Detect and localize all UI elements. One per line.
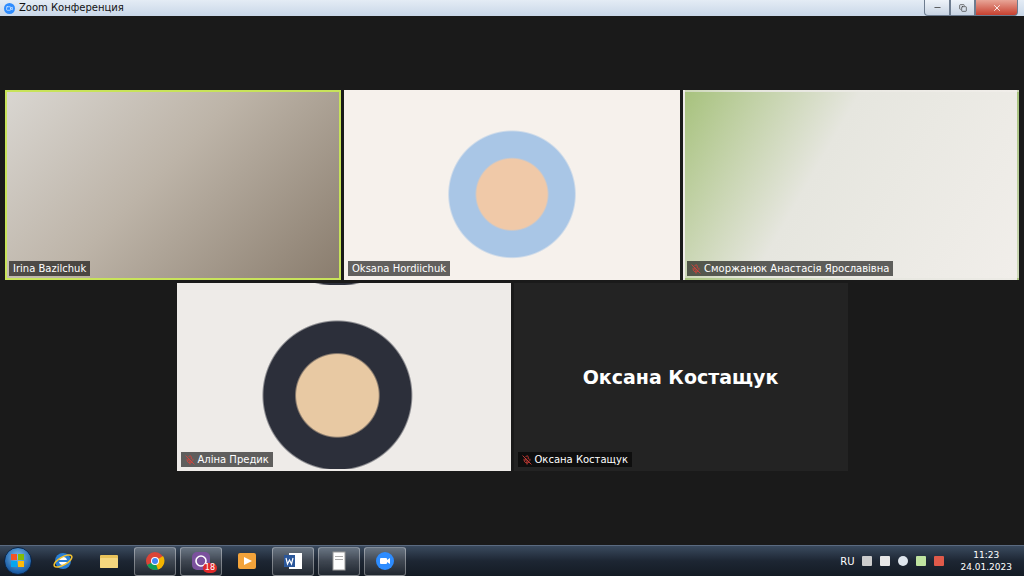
muted-microphone-icon — [522, 455, 532, 465]
windows-logo-icon — [11, 554, 25, 568]
screen: Zoom Конференция Irina Bazilchuk Oksana Ho… — [0, 0, 1024, 576]
clock-time: 11:23 — [973, 549, 999, 561]
taskbar: 18 RU 11:2324.01.2023 — [0, 545, 1024, 576]
participant-name-tag: Сморжанюк Анастасія Ярославівна — [687, 261, 893, 276]
title-bar: Zoom Конференция — [0, 0, 1024, 16]
media-player-icon — [236, 550, 258, 572]
internet-explorer-icon — [52, 550, 74, 572]
restore-button[interactable] — [950, 0, 975, 16]
minimize-icon — [933, 3, 942, 12]
window-controls — [924, 0, 1018, 16]
minimize-button[interactable] — [924, 0, 950, 16]
word-icon — [282, 550, 304, 572]
restore-icon — [959, 4, 967, 12]
tile-row: Irina Bazilchuk Oksana Hordiichuk Сморжаню… — [5, 90, 1019, 280]
participant-tile[interactable]: Irina Bazilchuk — [5, 90, 341, 280]
taskbar-app-button[interactable] — [272, 547, 314, 576]
taskbar-app-button[interactable] — [318, 547, 360, 576]
folder-icon — [98, 550, 120, 572]
tile-row: Аліна ПредикОксана КостащукОксана Костащ… — [177, 283, 848, 471]
muted-microphone-icon — [691, 264, 701, 274]
tray-arrow-icon[interactable] — [862, 556, 872, 566]
system-tray: RU 11:2324.01.2023 — [840, 549, 1020, 573]
participant-name-tag: Аліна Предик — [181, 452, 273, 467]
taskbar-app-button[interactable] — [88, 547, 130, 576]
action-center-icon[interactable] — [880, 556, 890, 566]
taskbar-app-button[interactable] — [364, 547, 406, 576]
participant-avatar-name: Оксана Костащук — [583, 366, 779, 388]
participant-name-tag: Oksana Hordiichuk — [348, 261, 450, 276]
window-title: Zoom Конференция — [19, 1, 124, 15]
participant-name-tag: Оксана Костащук — [518, 452, 632, 467]
close-button[interactable] — [975, 0, 1018, 16]
participant-name: Irina Bazilchuk — [13, 262, 86, 275]
security-icon[interactable] — [934, 556, 944, 566]
clock[interactable]: 11:2324.01.2023 — [960, 549, 1012, 573]
document-icon — [328, 550, 350, 572]
taskbar-app-button[interactable] — [134, 547, 176, 576]
participant-name: Оксана Костащук — [535, 453, 628, 466]
clock-date: 24.01.2023 — [960, 561, 1012, 573]
taskbar-app-button[interactable]: 18 — [180, 547, 222, 576]
chrome-icon — [144, 550, 166, 572]
zoom-icon — [374, 550, 396, 572]
network-icon[interactable] — [916, 556, 926, 566]
participant-tile[interactable]: Аліна Предик — [177, 283, 511, 471]
participant-name: Сморжанюк Анастасія Ярославівна — [704, 262, 889, 275]
participant-name-tag: Irina Bazilchuk — [9, 261, 90, 276]
notification-badge: 18 — [203, 563, 217, 573]
language-indicator[interactable]: RU — [840, 556, 854, 567]
muted-microphone-icon — [185, 455, 195, 465]
participant-tile[interactable]: Сморжанюк Анастасія Ярославівна — [683, 90, 1019, 280]
participant-tile[interactable]: Oksana Hordiichuk — [344, 90, 680, 280]
taskbar-app-button[interactable] — [42, 547, 84, 576]
volume-icon[interactable] — [898, 556, 908, 566]
participant-tile[interactable]: Оксана Костащук Оксана Костащук — [514, 283, 848, 471]
video-grid: Irina Bazilchuk Oksana Hordiichuk Сморжаню… — [0, 16, 1024, 545]
participant-name: Oksana Hordiichuk — [352, 262, 446, 275]
start-button[interactable] — [4, 547, 32, 575]
close-icon — [992, 3, 1002, 13]
taskbar-app-button[interactable] — [226, 547, 268, 576]
zoom-logo-icon — [4, 3, 15, 14]
participant-name: Аліна Предик — [198, 453, 269, 466]
